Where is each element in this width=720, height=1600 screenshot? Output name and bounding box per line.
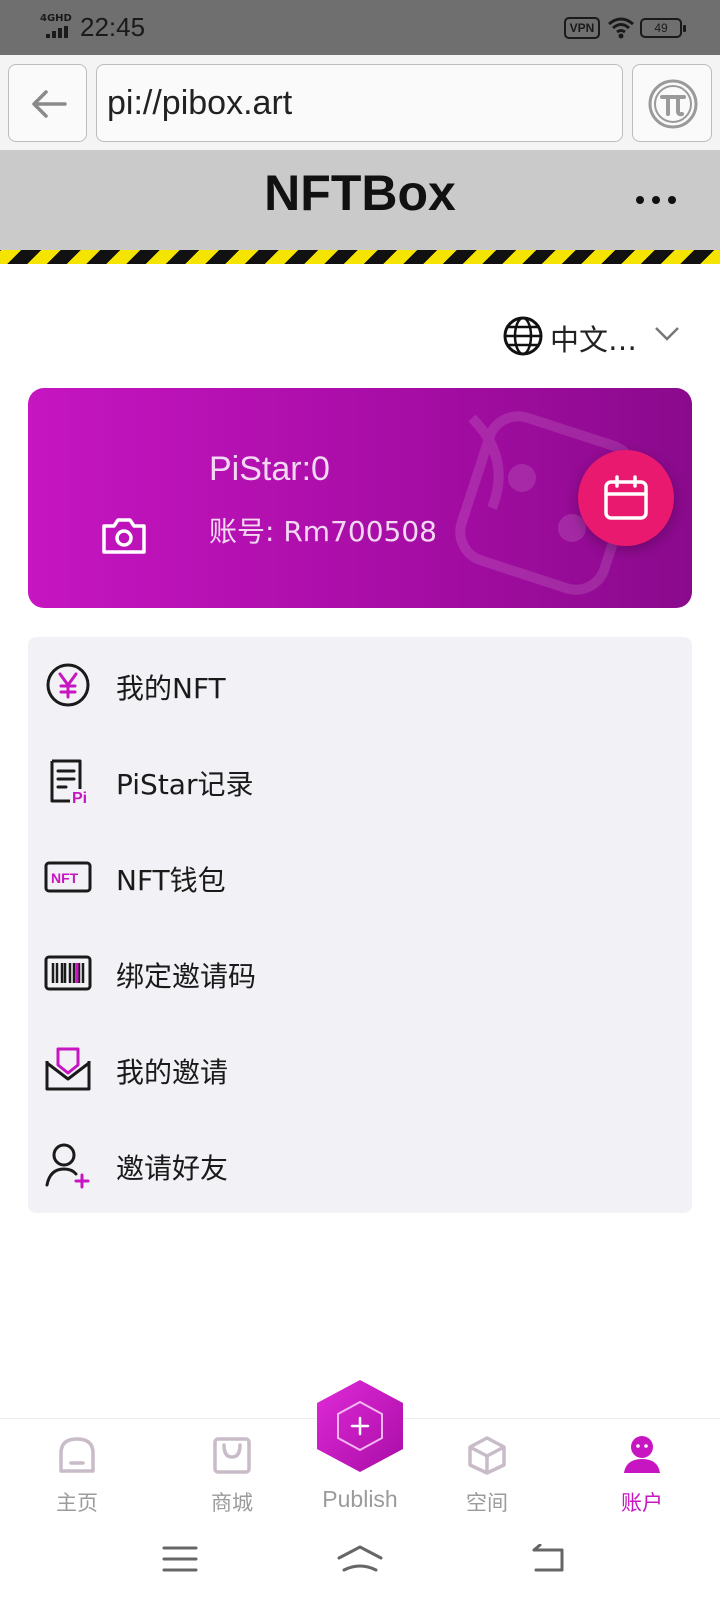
menu-item-my-nft[interactable]: 我的NFT <box>28 637 692 733</box>
account-id: 账号: Rm700508 <box>209 515 437 548</box>
system-nav-bar <box>0 1530 720 1600</box>
yen-coin-icon <box>46 663 90 707</box>
menu-item-pistar-records[interactable]: Pi PiStar记录 <box>28 733 692 829</box>
tab-label: 空间 <box>466 1491 508 1515</box>
hazard-stripe <box>0 250 720 264</box>
browser-bar: pi://pibox.art <box>0 55 720 150</box>
menu-item-invite-friends[interactable]: 邀请好友 <box>28 1117 692 1213</box>
back-gesture-icon[interactable] <box>530 1544 566 1574</box>
account-menu: 我的NFT Pi PiStar记录 NFT NFT钱包 绑定邀请码 我的邀请 邀… <box>28 637 692 1213</box>
svg-text:NFT: NFT <box>51 870 79 886</box>
menu-item-label: NFT钱包 <box>116 864 226 897</box>
calendar-icon <box>604 475 648 520</box>
tab-shop[interactable]: 商城 <box>172 1419 292 1519</box>
vpn-badge: VPN <box>564 17 600 39</box>
menu-item-label: 绑定邀请码 <box>116 960 257 993</box>
svg-text:Pi: Pi <box>72 790 87 805</box>
url-field[interactable]: pi://pibox.art <box>96 64 623 142</box>
tab-space[interactable]: 空间 <box>427 1419 547 1519</box>
cube-icon <box>468 1436 506 1475</box>
network-indicator: 4GHD <box>40 13 72 24</box>
invite-envelope-icon <box>45 1047 91 1091</box>
more-dot-icon <box>636 196 644 204</box>
tab-label: 商城 <box>211 1491 253 1515</box>
back-button[interactable] <box>8 64 87 142</box>
language-select[interactable]: 中文… <box>502 315 692 357</box>
arrow-left-icon <box>32 90 67 118</box>
pi-logo-icon <box>648 79 698 129</box>
pi-browser-button[interactable] <box>632 64 712 142</box>
camera-icon[interactable] <box>100 516 148 556</box>
signal-icon <box>46 26 68 38</box>
menu-item-label: 邀请好友 <box>116 1152 229 1185</box>
menu-item-my-invitations[interactable]: 我的邀请 <box>28 1021 692 1117</box>
publish-label: Publish <box>322 1486 398 1512</box>
pi-record-icon: Pi <box>50 759 87 805</box>
menu-item-label: PiStar记录 <box>116 768 254 801</box>
home-icon <box>59 1437 95 1473</box>
tab-label: 账户 <box>621 1491 663 1515</box>
publish-button[interactable] <box>314 1378 406 1474</box>
battery-indicator: 49 <box>640 18 686 38</box>
pistar-balance: PiStar:0 <box>209 450 330 488</box>
app-header: NFTBox <box>0 150 720 250</box>
clock: 22:45 <box>80 12 146 42</box>
profile-card: PiStar:0 账号: Rm700508 <box>28 388 692 608</box>
wifi-icon <box>608 17 634 39</box>
language-label: 中文… <box>550 323 638 357</box>
nft-wallet-icon: NFT <box>44 861 92 893</box>
more-options-button[interactable] <box>636 188 676 212</box>
chevron-down-icon <box>655 327 679 341</box>
tab-label: 主页 <box>56 1491 98 1515</box>
add-friend-icon <box>45 1143 90 1189</box>
page-title: NFTBox <box>264 165 456 221</box>
menu-item-bind-invite-code[interactable]: 绑定邀请码 <box>28 925 692 1021</box>
menu-icon[interactable] <box>162 1544 198 1574</box>
tab-home[interactable]: 主页 <box>17 1419 137 1519</box>
check-in-button[interactable] <box>578 450 674 546</box>
menu-item-label: 我的邀请 <box>116 1056 229 1089</box>
barcode-icon <box>44 955 92 991</box>
shopping-bag-icon <box>213 1437 251 1474</box>
menu-item-nft-wallet[interactable]: NFT NFT钱包 <box>28 829 692 925</box>
more-dot-icon <box>652 196 660 204</box>
home-gesture-icon[interactable] <box>336 1544 384 1576</box>
tab-account[interactable]: 账户 <box>582 1419 702 1519</box>
account-icon <box>624 1436 660 1473</box>
more-dot-icon <box>668 196 676 204</box>
menu-item-label: 我的NFT <box>116 672 226 705</box>
globe-icon <box>503 316 543 356</box>
status-bar: 4GHD 22:45 VPN 49 <box>0 0 720 55</box>
